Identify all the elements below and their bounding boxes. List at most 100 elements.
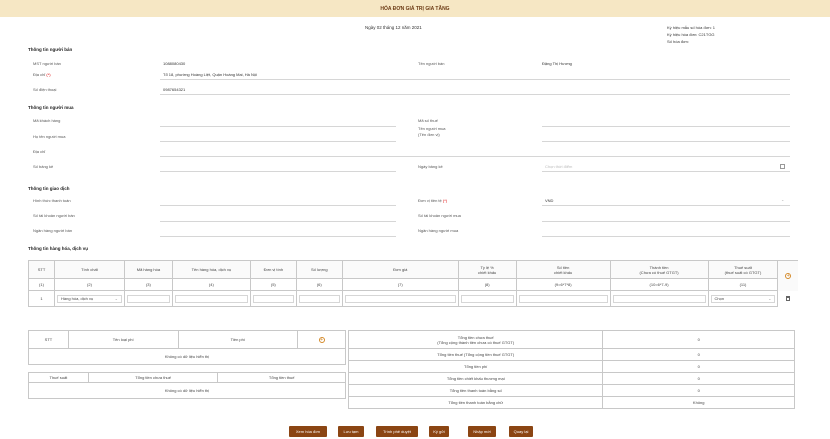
row-tax-select[interactable]: Chọn ⌄	[710, 294, 776, 303]
total-label: Tổng tiền chưa thuế (Tổng cộng thành tiền…	[347, 330, 604, 349]
col-discount-rate: Tỷ lệ % chiết khấu	[457, 260, 517, 279]
delete-row-button[interactable]	[777, 290, 798, 307]
total-label: Tổng tiền thanh toán bằng số	[347, 384, 604, 397]
buyer-account-input[interactable]	[542, 221, 790, 222]
submit-approval-button[interactable]: Trình phê duyệt	[376, 426, 418, 437]
list-date-input[interactable]: Chọn thời điểm	[545, 164, 572, 169]
code-7: (7)	[341, 278, 459, 291]
fees-empty: Không có dữ liệu hiển thị	[28, 348, 346, 365]
total-value: Không	[602, 396, 795, 409]
trash-icon	[786, 295, 791, 301]
fee-col-stt: STT	[28, 330, 69, 349]
sign-send-button[interactable]: Ký gửi	[429, 426, 449, 437]
payment-select[interactable]	[160, 205, 396, 206]
currency-line	[542, 205, 790, 206]
row-amount-input[interactable]	[612, 294, 706, 303]
code-3: (3)	[123, 278, 173, 291]
view-invoice-button[interactable]: Xem hóa đơn	[289, 426, 327, 437]
currency-select[interactable]: VND	[545, 198, 553, 203]
code-5: (5)	[249, 278, 297, 291]
row-type-select[interactable]: Hàng hóa, dịch vụ ⌄	[56, 294, 122, 303]
total-label: Tổng tiền phí	[347, 360, 604, 373]
seller-tax-label: MST người bán	[33, 61, 61, 66]
seller-bank-label: Ngân hàng người bán	[33, 228, 73, 233]
row-qty-input[interactable]	[298, 294, 340, 303]
total-value: 0	[602, 360, 795, 373]
seller-account-input[interactable]	[160, 221, 396, 222]
buyer-name-label: Họ tên người mua	[33, 134, 66, 139]
seller-phone-input[interactable]: 0987654321	[163, 87, 185, 92]
seller-name-value: Đặng Thị Hương	[542, 61, 572, 66]
col-tax-rate: Thuế suất (thuế suất có GTGT)	[707, 260, 779, 279]
back-button[interactable]: Quay lại	[509, 426, 533, 437]
chevron-down-icon[interactable]: ⌄	[781, 197, 784, 202]
buyer-address-input[interactable]	[160, 156, 790, 157]
total-value: 0	[602, 384, 795, 397]
row-discount-rate-input[interactable]	[460, 294, 514, 303]
payment-label: Hình thức thanh toán	[33, 198, 71, 203]
buyer-bank-label: Ngân hàng người mua	[418, 228, 459, 233]
seller-bank-input[interactable]	[160, 236, 396, 237]
row-name-input[interactable]	[174, 294, 248, 303]
list-number-input[interactable]	[160, 171, 396, 172]
col-price: Đơn giá	[341, 260, 459, 279]
list-date-line	[542, 171, 790, 172]
seller-address-label: Địa chỉ (*)	[33, 72, 51, 77]
customer-code-label: Mã khách hàng	[33, 118, 61, 123]
buyer-name-input[interactable]	[160, 141, 396, 142]
fees-table: STT Tên loại phí Tiền phí + Không có dữ …	[28, 330, 346, 365]
unit-name-input[interactable]	[542, 141, 790, 142]
total-value: 0	[602, 348, 795, 361]
code-11: (11)	[707, 278, 779, 291]
col-amount: Thành tiền (Chưa có thuế GTGT)	[609, 260, 709, 279]
col-code: Mã hàng hóa	[123, 260, 173, 279]
total-label: Tổng tiền chiết khấu thương mại	[347, 372, 604, 385]
tax-summary-table: Thuế suất Tổng tiền chưa thuế Tổng tiền …	[28, 372, 346, 399]
row-stt: 1	[28, 290, 55, 307]
unit-name-label-2: (Tên đơn vị)	[418, 132, 440, 137]
invoice-date: Ngày 02 tháng 12 năm 2021	[365, 25, 422, 30]
save-draft-button[interactable]: Lưu tạm	[338, 426, 364, 437]
transaction-section-title: Thông tin giao dịch	[28, 186, 70, 191]
row-code-input[interactable]	[126, 294, 170, 303]
add-fee-button[interactable]: +	[297, 330, 346, 349]
seller-section-title: Thông tin người bán	[28, 47, 73, 52]
chevron-down-icon: ⌄	[768, 295, 772, 301]
currency-label: Đơn vị tiền tệ (*)	[418, 198, 448, 203]
seller-address-line	[160, 79, 790, 80]
chevron-down-icon: ⌄	[114, 295, 118, 301]
code-10: (10=6*7-9)	[609, 278, 709, 291]
code-4: (4)	[171, 278, 251, 291]
row-price-input[interactable]	[344, 294, 456, 303]
invoice-number: Số hóa đơn:	[667, 39, 689, 44]
seller-phone-line	[160, 94, 790, 95]
code-6: (6)	[295, 278, 343, 291]
seller-name-label: Tên người bán	[418, 61, 445, 66]
row-unit-input[interactable]	[252, 294, 294, 303]
calendar-icon[interactable]	[780, 164, 785, 169]
form-number: Ký hiệu mẫu số hóa đơn: 1	[667, 25, 715, 30]
seller-address-input[interactable]: Tổ 18, phường Hoàng Liệt, Quận Hoàng Mai…	[163, 72, 257, 77]
col-qty: Số lượng	[295, 260, 343, 279]
new-entry-button[interactable]: Nhập mới	[468, 426, 496, 437]
buyer-tax-input[interactable]	[542, 126, 790, 127]
goods-table: STT Tính chất Mã hàng hóa Tên hàng hóa, …	[28, 260, 798, 307]
customer-code-input[interactable]	[160, 126, 396, 127]
totals-table: Tổng tiền chưa thuế (Tổng cộng thành tiền…	[347, 330, 795, 409]
tax-col-untaxed: Tổng tiền chưa thuế	[87, 372, 219, 383]
buyer-bank-input[interactable]	[542, 236, 790, 237]
add-row-button[interactable]: +	[777, 260, 798, 291]
tax-empty: Không có dữ liệu hiển thị	[28, 382, 346, 399]
total-label: Tổng tiền thanh toán bằng chữ	[347, 396, 604, 409]
page-title: HÓA ĐƠN GIÁ TRỊ GIA TĂNG	[0, 0, 830, 17]
col-stt: STT	[28, 260, 55, 279]
row-discount-amount-input[interactable]	[518, 294, 608, 303]
col-discount-amount: Số tiền chiết khấu	[515, 260, 611, 279]
col-unit: Đơn vị tính	[249, 260, 297, 279]
buyer-tax-label: Mã số thuế	[418, 118, 438, 123]
code-9: (9=6*7*8)	[515, 278, 611, 291]
seller-account-label: Số tài khoản người bán	[33, 213, 75, 218]
plus-icon: +	[318, 336, 325, 343]
col-name: Tên hàng hóa, dịch vụ	[171, 260, 251, 279]
invoice-symbol: Ký hiệu hóa đơn: C21TGG	[667, 32, 715, 37]
